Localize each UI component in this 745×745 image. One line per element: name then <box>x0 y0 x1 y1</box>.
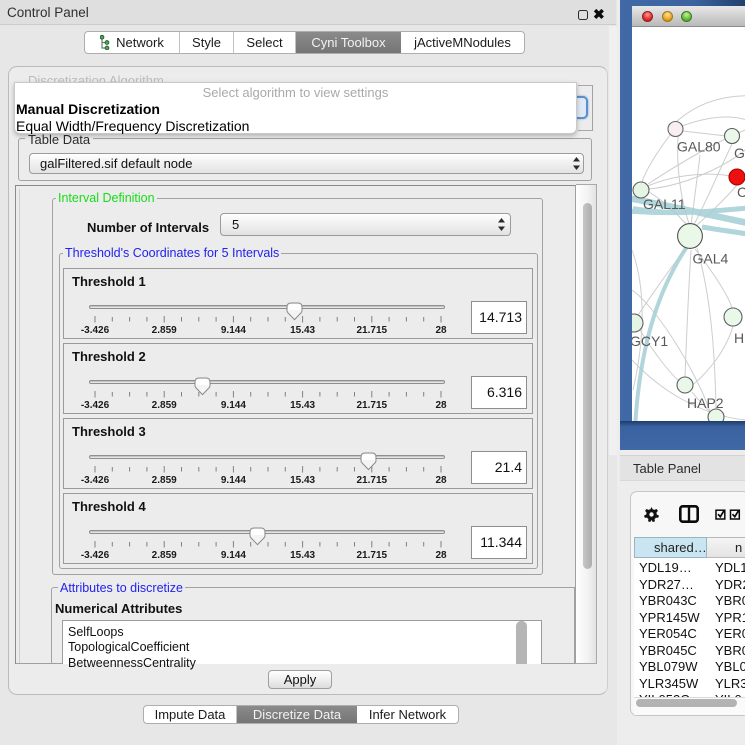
svg-text:GAL11: GAL11 <box>643 196 686 212</box>
svg-text:HAP2: HAP2 <box>687 395 724 411</box>
svg-text:C: C <box>737 184 745 200</box>
svg-text:GA: GA <box>734 145 745 161</box>
svg-text:H: H <box>734 330 744 346</box>
svg-text:GCY1: GCY1 <box>632 333 668 349</box>
svg-text:GAL80: GAL80 <box>677 139 721 155</box>
svg-text:GAL4: GAL4 <box>693 251 729 267</box>
